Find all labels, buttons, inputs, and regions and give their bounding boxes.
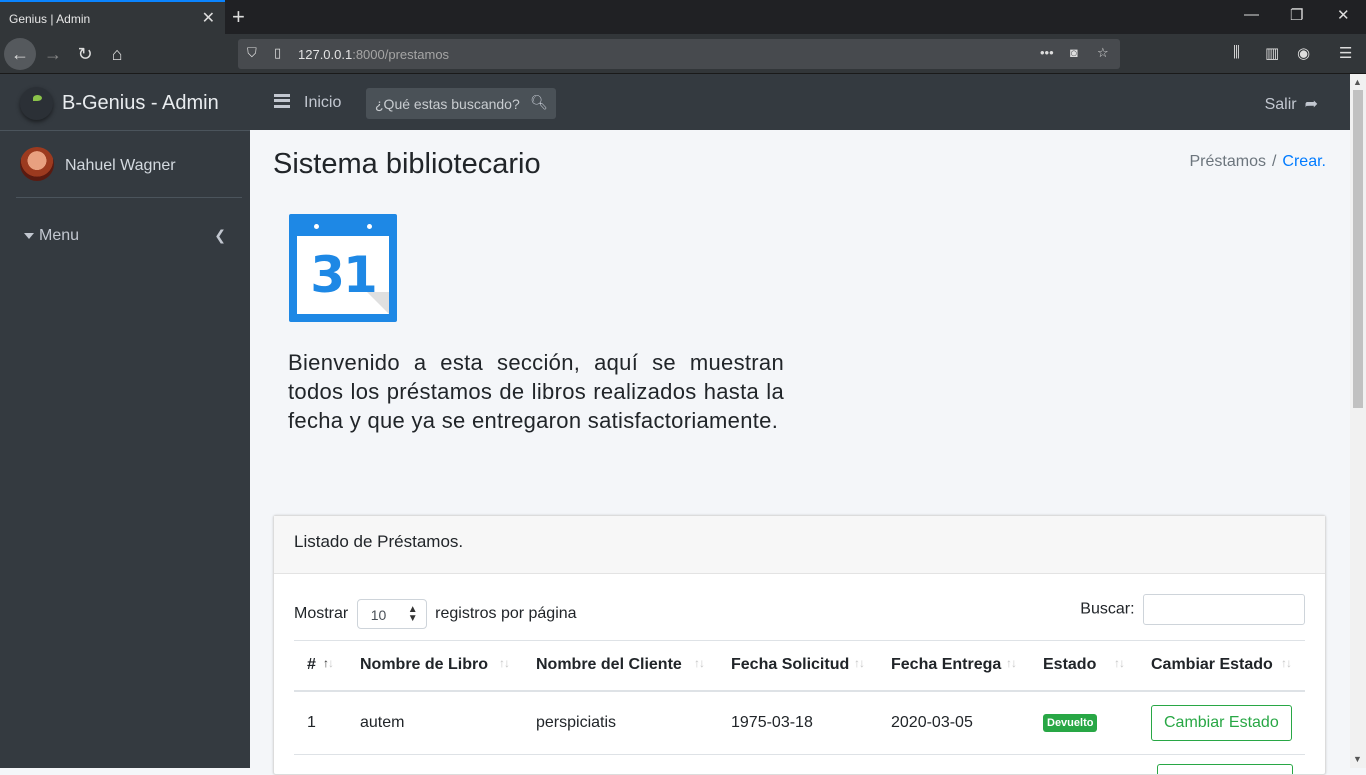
sort-icon: ↑↓ (499, 656, 510, 670)
sort-asc-icon: ↑↓ (323, 656, 334, 670)
sidebar-toggle-icon[interactable]: ▥ (1265, 44, 1279, 62)
chevron-left-icon[interactable]: ❮ (214, 227, 226, 244)
tab-title: Genius | Admin (9, 12, 91, 26)
table-header-row: # ↑↓ Nombre de Libro ↑↓ Nombre del Cliente… (294, 640, 1305, 692)
sidebar-menu-toggle[interactable]: Menu ❮ (24, 227, 234, 245)
logout-label: Salir (1264, 96, 1297, 113)
status-badge: Devuelto (1043, 714, 1098, 733)
page-title: Sistema bibliotecario (273, 148, 541, 180)
column-header-id[interactable]: # ↑↓ (294, 640, 347, 692)
table-filter: Buscar: (1080, 594, 1305, 625)
sign-out-icon: ➦ (1304, 96, 1318, 113)
restore-icon[interactable]: ❐ (1290, 6, 1303, 24)
browser-tabbar: Genius | Admin ✕ + — ❐ ✕ (0, 0, 1366, 34)
table-row: 1 autem perspiciatis 1975-03-18 2020-03-… (294, 690, 1305, 755)
breadcrumb-link-crear[interactable]: Crear. (1282, 153, 1326, 170)
column-header-action[interactable]: Cambiar Estado ↑↓ (1138, 640, 1305, 692)
select-arrows-icon: ▲ ▼ (407, 604, 418, 624)
sort-icon: ↑↓ (1006, 656, 1017, 670)
url-text: 127.0.0.1:8000/prestamos (298, 47, 449, 62)
sort-icon: ↑↓ (1281, 656, 1292, 670)
breadcrumb: Préstamos / Crear. (1189, 153, 1327, 170)
logout-link[interactable]: Salir ➦ (1265, 94, 1318, 114)
filter-label: Buscar: (1080, 600, 1135, 618)
cell-delivered: 2020-03-05 (878, 690, 1030, 755)
scroll-up-icon[interactable]: ▲ (1353, 77, 1362, 87)
account-icon[interactable]: ◉ (1297, 44, 1310, 62)
loans-card: Listado de Préstamos. Mostrar 10 ▲ ▼ regi… (273, 515, 1326, 775)
library-icon[interactable]: ⫼ (1233, 44, 1240, 61)
top-navbar: Inicio 🔍︎ Salir ➦ (250, 74, 1350, 130)
user-panel[interactable]: Nahuel Wagner (16, 131, 242, 198)
url-path: :8000/prestamos (352, 47, 450, 62)
new-tab-icon[interactable]: + (232, 4, 245, 30)
column-header-requested[interactable]: Fecha Solicitud ↑↓ (718, 640, 878, 692)
caret-down-icon (24, 232, 34, 239)
page-length-control: Mostrar 10 ▲ ▼ registros por página (294, 599, 577, 629)
url-host: 127.0.0.1 (298, 47, 353, 62)
per-page-label: registros por página (435, 605, 577, 623)
cell-status: Devuelto (1030, 690, 1138, 755)
cell-client: perspiciatis (523, 690, 718, 755)
browser-toolbar: ← → ↻ ⌂ ⛉ ▯ 127.0.0.1:8000/prestamos •••… (0, 34, 1366, 74)
forward-icon[interactable]: → (37, 38, 69, 70)
url-bar[interactable]: ⛉ ▯ 127.0.0.1:8000/prestamos ••• ◙ ☆ (238, 39, 1120, 69)
brand-name: B-Genius - Admin (62, 92, 219, 114)
column-header-delivered[interactable]: Fecha Entrega ↑↓ (878, 640, 1030, 692)
cell-action: Cambiar Estado (1138, 690, 1305, 755)
home-icon[interactable]: ⌂ (101, 38, 133, 70)
card-title: Listado de Préstamos. (294, 532, 464, 551)
search-input[interactable] (366, 88, 526, 119)
change-status-button[interactable]: Cambiar Estado (1151, 704, 1292, 741)
navbar-search: 🔍︎ (366, 88, 556, 119)
page-size-value: 10 (370, 607, 387, 623)
calendar-icon: 31 (289, 214, 397, 322)
back-icon[interactable]: ← (4, 38, 36, 70)
welcome-text: Bienvenido a esta sección, aquí se muest… (288, 350, 784, 433)
user-name[interactable]: Nahuel Wagner (65, 157, 176, 175)
sort-icon: ↑↓ (694, 656, 705, 670)
cell-book: autem (347, 690, 523, 755)
app-menu-icon[interactable]: ☰ (1339, 44, 1352, 62)
sidebar: B-Genius - Admin Nahuel Wagner Menu ❮ (0, 74, 250, 768)
cell-requested: 1975-03-18 (718, 690, 878, 755)
avatar (20, 147, 54, 181)
pocket-icon[interactable]: ◙ (1070, 45, 1078, 60)
sort-icon: ↑↓ (1114, 656, 1125, 670)
scroll-down-icon[interactable]: ▼ (1353, 754, 1362, 764)
close-tab-icon[interactable]: ✕ (202, 8, 215, 28)
browser-tab[interactable]: Genius | Admin ✕ (0, 0, 225, 34)
cell-id: 1 (294, 690, 347, 755)
sort-icon: ↑↓ (854, 656, 865, 670)
more-icon[interactable]: ••• (1040, 45, 1054, 60)
reload-icon[interactable]: ↻ (69, 38, 101, 70)
minimize-icon[interactable]: — (1244, 6, 1259, 23)
main-content: Sistema bibliotecario Préstamos / Crear. 3… (250, 130, 1350, 775)
column-header-status[interactable]: Estado ↑↓ (1030, 640, 1138, 692)
column-header-book[interactable]: Nombre de Libro ↑↓ (347, 640, 523, 692)
table-search-input[interactable] (1143, 594, 1305, 625)
loans-table: # ↑↓ Nombre de Libro ↑↓ Nombre del Cliente… (294, 640, 1305, 755)
scrollbar-thumb[interactable] (1353, 90, 1363, 408)
search-icon[interactable]: 🔍︎ (530, 94, 548, 111)
breadcrumb-item-prestamos: Préstamos (1189, 153, 1266, 170)
sidebar-menu-label: Menu (39, 227, 80, 244)
column-header-client[interactable]: Nombre del Cliente ↑↓ (523, 640, 718, 692)
brand-link[interactable]: B-Genius - Admin (0, 74, 250, 131)
bookmark-star-icon[interactable]: ☆ (1097, 45, 1109, 61)
brand-logo-icon (20, 87, 53, 120)
page-icon: ▯ (274, 45, 282, 60)
close-window-icon[interactable]: ✕ (1337, 6, 1350, 24)
show-label: Mostrar (294, 605, 349, 623)
nav-home-link[interactable]: Inicio (304, 94, 341, 112)
card-header: Listado de Préstamos. (274, 516, 1325, 574)
change-status-button-partial[interactable] (1157, 764, 1293, 774)
page-size-select[interactable]: 10 ▲ ▼ (356, 599, 427, 629)
hamburger-icon[interactable] (274, 94, 290, 108)
shield-icon[interactable]: ⛉ (247, 45, 257, 61)
page-scrollbar[interactable]: ▲ ▼ (1350, 74, 1366, 768)
